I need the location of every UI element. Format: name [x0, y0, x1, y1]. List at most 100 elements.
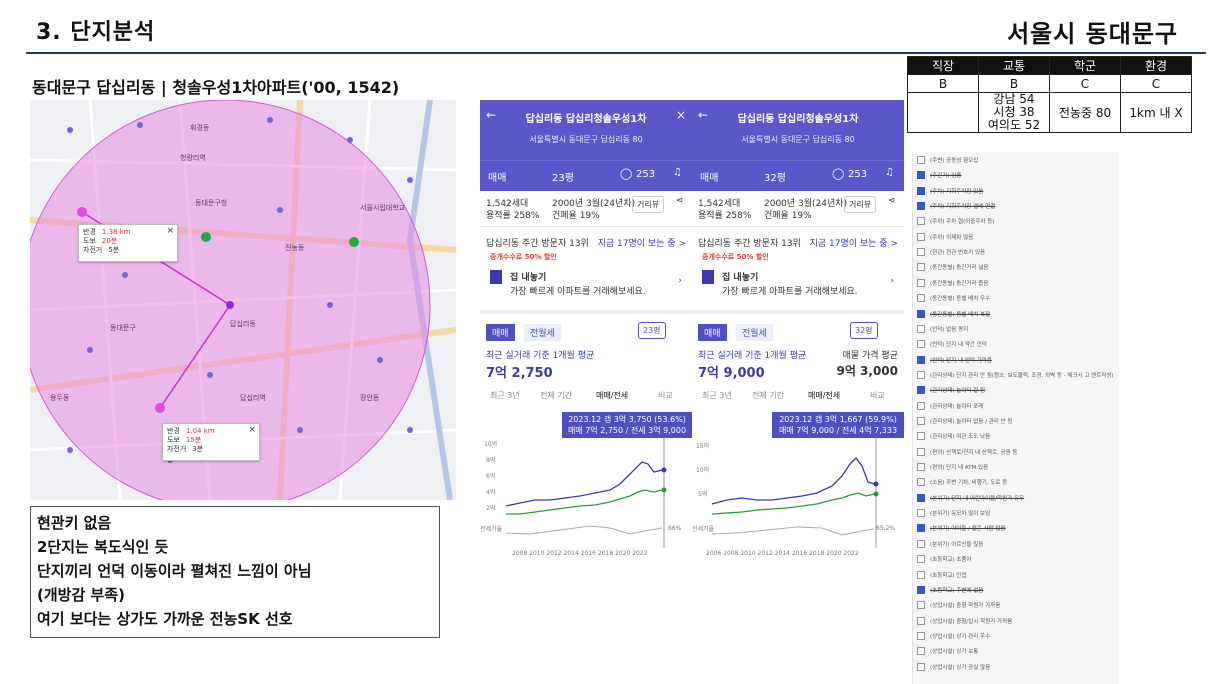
checkbox-empty-icon[interactable] — [917, 263, 925, 272]
size-select[interactable]: 32평 — [764, 169, 786, 184]
viewers-now[interactable]: 지금 17명이 보는 중 > — [598, 236, 686, 249]
checkbox-checked-icon[interactable] — [917, 493, 925, 502]
checkbox-empty-icon[interactable] — [917, 417, 925, 425]
checklist-item[interactable]: (관리상태) 단지 관리 안 됨(청소, 보도블럭, 조경, 외벽 등 - 체크… — [913, 370, 1119, 379]
checklist-item[interactable]: (상업시설) 상가 보통 — [913, 647, 1119, 656]
checkbox-checked-icon[interactable] — [917, 355, 925, 364]
checkbox-checked-icon[interactable] — [917, 309, 925, 318]
checklist-item[interactable]: (소음) 주변 기차, 비행기, 도로 등 — [913, 478, 1119, 487]
range-tab-compare[interactable]: 비교 — [870, 390, 885, 401]
street-view-button[interactable]: 거리뷰 — [844, 196, 877, 213]
checkbox-empty-icon[interactable] — [917, 370, 925, 379]
checklist-item[interactable]: (분위기) 유모차 많이 보임 — [913, 509, 1119, 518]
checklist-item[interactable]: (동간동별) 동간거리 좁음 — [913, 278, 1119, 287]
deal-type-select[interactable]: 매매 — [700, 169, 718, 184]
checkbox-empty-icon[interactable] — [917, 601, 925, 610]
range-tab-sale-lease[interactable]: 매매/전세 — [596, 390, 628, 401]
viewers-now[interactable]: 지금 17명이 보는 중 > — [810, 236, 898, 249]
comment-icon[interactable]: ◯ — [620, 167, 632, 180]
size-select[interactable]: 23평 — [552, 169, 574, 184]
checklist-item[interactable]: (상업시설) 상가 관리 우수 — [913, 631, 1119, 640]
deal-type-select[interactable]: 매매 — [488, 169, 506, 184]
checklist-item[interactable]: (언덕) 단지 내 언덕 가파름 — [913, 355, 1119, 364]
checkbox-empty-icon[interactable] — [917, 156, 925, 164]
range-tab-3y[interactable]: 최근 3년 — [702, 390, 732, 401]
checklist-item[interactable]: (분위기) 단지 내 어린아이들/학원가 유무 — [913, 493, 1119, 502]
checkbox-empty-icon[interactable] — [917, 217, 925, 226]
tab-rent[interactable]: 전월세 — [736, 324, 773, 341]
checkbox-empty-icon[interactable] — [917, 248, 925, 257]
range-tab-compare[interactable]: 비교 — [658, 390, 673, 401]
chevron-right-icon[interactable]: › — [678, 276, 682, 286]
checklist-item[interactable]: (현관) 현관 번호키 있음 — [913, 248, 1119, 257]
checklist-item[interactable]: (관리상태) 놀이터 포래 — [913, 401, 1119, 410]
checkbox-empty-icon[interactable] — [917, 662, 925, 671]
range-tab-sale-lease[interactable]: 매매/전세 — [808, 390, 840, 401]
checkbox-checked-icon[interactable] — [917, 171, 925, 180]
close-icon[interactable]: × — [248, 425, 256, 435]
chevron-right-icon[interactable]: › — [890, 276, 894, 286]
checkbox-empty-icon[interactable] — [917, 478, 925, 487]
checklist-item[interactable]: (언덕) 없음 평지 — [913, 324, 1119, 333]
checklist-item[interactable]: (주차) 지하주차장 엘베 연결 — [913, 202, 1119, 211]
checklist-item[interactable]: (동간동별) 동별 배치 복잡 — [913, 309, 1119, 318]
checkbox-checked-icon[interactable] — [917, 186, 925, 195]
checkbox-empty-icon[interactable] — [917, 570, 925, 579]
checklist-item[interactable]: (언덕) 단지 내 약간 언덕 — [913, 340, 1119, 349]
checklist-item[interactable]: (상업시설) 중형 학원가 가까움 — [913, 601, 1119, 610]
checkbox-empty-icon[interactable] — [917, 647, 925, 656]
checkbox-empty-icon[interactable] — [917, 509, 925, 518]
checkbox-empty-icon[interactable] — [917, 340, 925, 349]
checklist-item[interactable]: (초등학교) 인접 — [913, 570, 1119, 579]
checkbox-checked-icon[interactable] — [917, 202, 925, 211]
checklist-item[interactable]: (관리상태) 놀이터 없음 / 관리 안 됨 — [913, 417, 1119, 425]
checklist-item[interactable]: (주변) 공동성 혐오입 — [913, 156, 1119, 164]
checkbox-empty-icon[interactable] — [917, 616, 925, 625]
map-view[interactable]: 답십리동 청량리역 전농동 동대문구청 답십리역 동대문구 서울시립대학교 장안… — [30, 100, 456, 500]
checklist-item[interactable]: (상업시설) 상가 공실 많음 — [913, 662, 1119, 671]
checkbox-empty-icon[interactable] — [917, 401, 925, 410]
checklist-item[interactable]: (관리상태) 여관 조도 낮음 — [913, 432, 1119, 441]
checklist-item[interactable]: (분위기) 아이들 / 젊은 사람 많음 — [913, 524, 1119, 533]
checkbox-empty-icon[interactable] — [917, 463, 925, 472]
checkbox-empty-icon[interactable] — [917, 278, 925, 287]
share-icon[interactable]: ⋖ — [888, 196, 896, 206]
checkbox-empty-icon[interactable] — [917, 555, 925, 564]
checklist-item[interactable]: (주차) 주차 협(이중주차 등) — [913, 217, 1119, 226]
checkbox-empty-icon[interactable] — [917, 324, 925, 333]
close-icon[interactable]: × — [166, 226, 174, 236]
tab-sale[interactable]: 매매 — [486, 324, 515, 341]
checklist-item[interactable]: (초등학교) 주변에 없음 — [913, 585, 1119, 594]
checkbox-empty-icon[interactable] — [917, 294, 925, 303]
tab-rent[interactable]: 전월세 — [524, 324, 561, 341]
bell-icon[interactable]: ♫ — [673, 167, 682, 178]
checklist-item[interactable]: (동간동별) 동별 배치 우수 — [913, 294, 1119, 303]
checkbox-checked-icon[interactable] — [917, 386, 925, 395]
range-tab-all[interactable]: 전체 기간 — [752, 390, 784, 401]
checkbox-empty-icon[interactable] — [917, 447, 925, 456]
checkbox-empty-icon[interactable] — [917, 232, 925, 241]
checklist-item[interactable]: (상업시설) 중형/입시 학원가 가까움 — [913, 616, 1119, 625]
close-icon[interactable]: × — [676, 108, 686, 122]
checkbox-empty-icon[interactable] — [917, 631, 925, 640]
checklist-item[interactable]: (편의) 산책로/단지 내 산책로, 공원 등 — [913, 447, 1119, 456]
checklist-item[interactable]: (주간거) 임종 — [913, 171, 1119, 180]
checkbox-empty-icon[interactable] — [917, 539, 925, 548]
size-dropdown[interactable]: 32평 — [850, 322, 878, 339]
checklist-item[interactable]: (관리상태) 놀이터 잘 됨 — [913, 386, 1119, 395]
bell-icon[interactable]: ♫ — [885, 167, 894, 178]
checklist-item[interactable]: (주차) 지하주차장 있음 — [913, 186, 1119, 195]
range-tab-3y[interactable]: 최근 3년 — [490, 390, 520, 401]
street-view-button[interactable]: 거리뷰 — [632, 196, 665, 213]
checkbox-empty-icon[interactable] — [917, 432, 925, 441]
checkbox-checked-icon[interactable] — [917, 585, 925, 594]
size-dropdown[interactable]: 23평 — [638, 322, 666, 339]
checklist-item[interactable]: (분위기) 어르신들 많음 — [913, 539, 1119, 548]
range-tab-all[interactable]: 전체 기간 — [540, 390, 572, 401]
checklist-item[interactable]: (동간동별) 동간거리 넓음 — [913, 263, 1119, 272]
checklist-item[interactable]: (주차) 외제차 많음 — [913, 232, 1119, 241]
tab-sale[interactable]: 매매 — [698, 324, 727, 341]
checklist-item[interactable]: (초등학교) 초품아 — [913, 555, 1119, 564]
checklist-item[interactable]: (편의) 단지 내 ATM 있음 — [913, 463, 1119, 472]
comment-icon[interactable]: ◯ — [832, 167, 844, 180]
